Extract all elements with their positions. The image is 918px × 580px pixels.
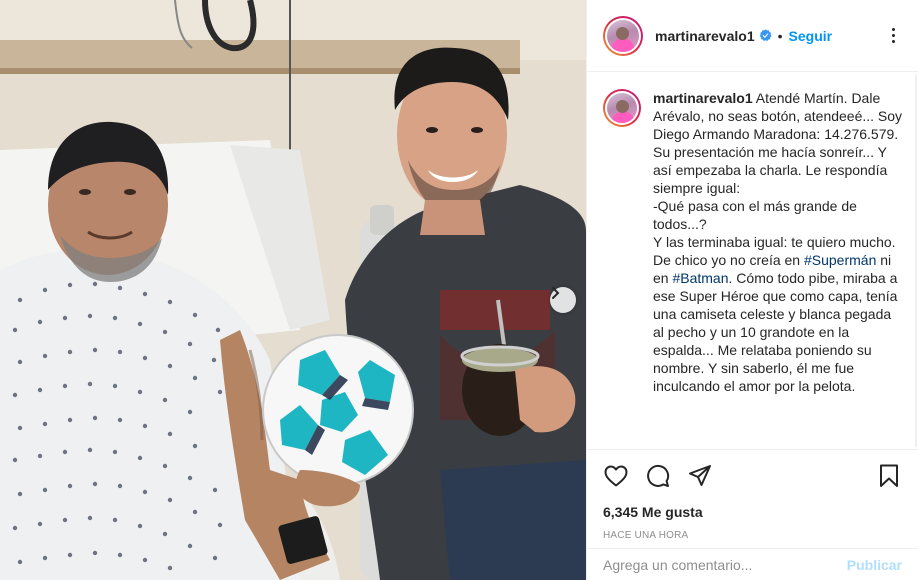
chevron-right-icon	[552, 287, 560, 299]
dot-icon	[891, 39, 895, 43]
hospital-photo-illustration	[0, 0, 586, 580]
publish-button[interactable]: Publicar	[847, 557, 902, 573]
caption-avatar[interactable]	[603, 89, 641, 127]
post-actions: 6,345 Me gusta Hace una hora	[587, 449, 918, 541]
caption-line: -Qué pasa con el más grande de todos...?	[653, 198, 861, 232]
caption-username[interactable]: martinarevalo1	[653, 90, 753, 106]
caption: martinarevalo1 Atendé Martín. Dale Aréva…	[603, 89, 904, 395]
post-author-username[interactable]: martinarevalo1	[655, 28, 755, 44]
heart-icon	[604, 465, 628, 487]
post-header: martinarevalo1 • Seguir	[587, 0, 918, 72]
dot-icon	[891, 27, 895, 31]
avatar[interactable]	[603, 15, 643, 56]
comments-section[interactable]: martinarevalo1 Atendé Martín. Dale Aréva…	[587, 73, 918, 448]
follow-button[interactable]: Seguir	[789, 28, 833, 44]
carousel-next-button[interactable]	[550, 287, 576, 313]
caption-text-part: . Cómo todo pibe, miraba a ese Super Hér…	[653, 270, 902, 394]
caption-line: Y las terminaba igual: te quiero mucho.	[653, 234, 896, 250]
comment-icon	[647, 464, 670, 487]
like-button[interactable]	[603, 463, 629, 489]
more-options-button[interactable]	[882, 24, 904, 46]
action-icons-row	[603, 462, 902, 490]
add-comment-bar: Publicar	[587, 548, 918, 580]
comment-input[interactable]	[603, 556, 847, 573]
bookmark-icon	[880, 464, 898, 487]
verified-badge-icon	[759, 29, 772, 41]
paper-plane-icon	[689, 465, 711, 486]
save-button[interactable]	[876, 463, 902, 489]
caption-line: Su presentación me hacía sonreír... Y as…	[653, 144, 892, 196]
post-timestamp[interactable]: Hace una hora	[603, 530, 902, 541]
profile-picture	[605, 91, 639, 125]
post-photo[interactable]	[0, 0, 586, 580]
comment-button[interactable]	[645, 463, 671, 489]
profile-picture	[605, 17, 641, 54]
likes-count[interactable]: 6,345 Me gusta	[603, 504, 902, 520]
post-details-panel: martinarevalo1 • Seguir martinarevalo1 A…	[586, 0, 918, 580]
separator-bullet: •	[777, 27, 783, 44]
hashtag-link[interactable]: #Batman	[672, 270, 728, 286]
share-button[interactable]	[687, 463, 713, 489]
caption-text-part: De chico yo no creía en	[653, 252, 804, 268]
comments-scrollbar[interactable]	[915, 75, 917, 447]
caption-text: martinarevalo1 Atendé Martín. Dale Aréva…	[653, 89, 904, 395]
dot-icon	[891, 33, 895, 37]
hashtag-link[interactable]: #Supermán	[804, 252, 876, 268]
